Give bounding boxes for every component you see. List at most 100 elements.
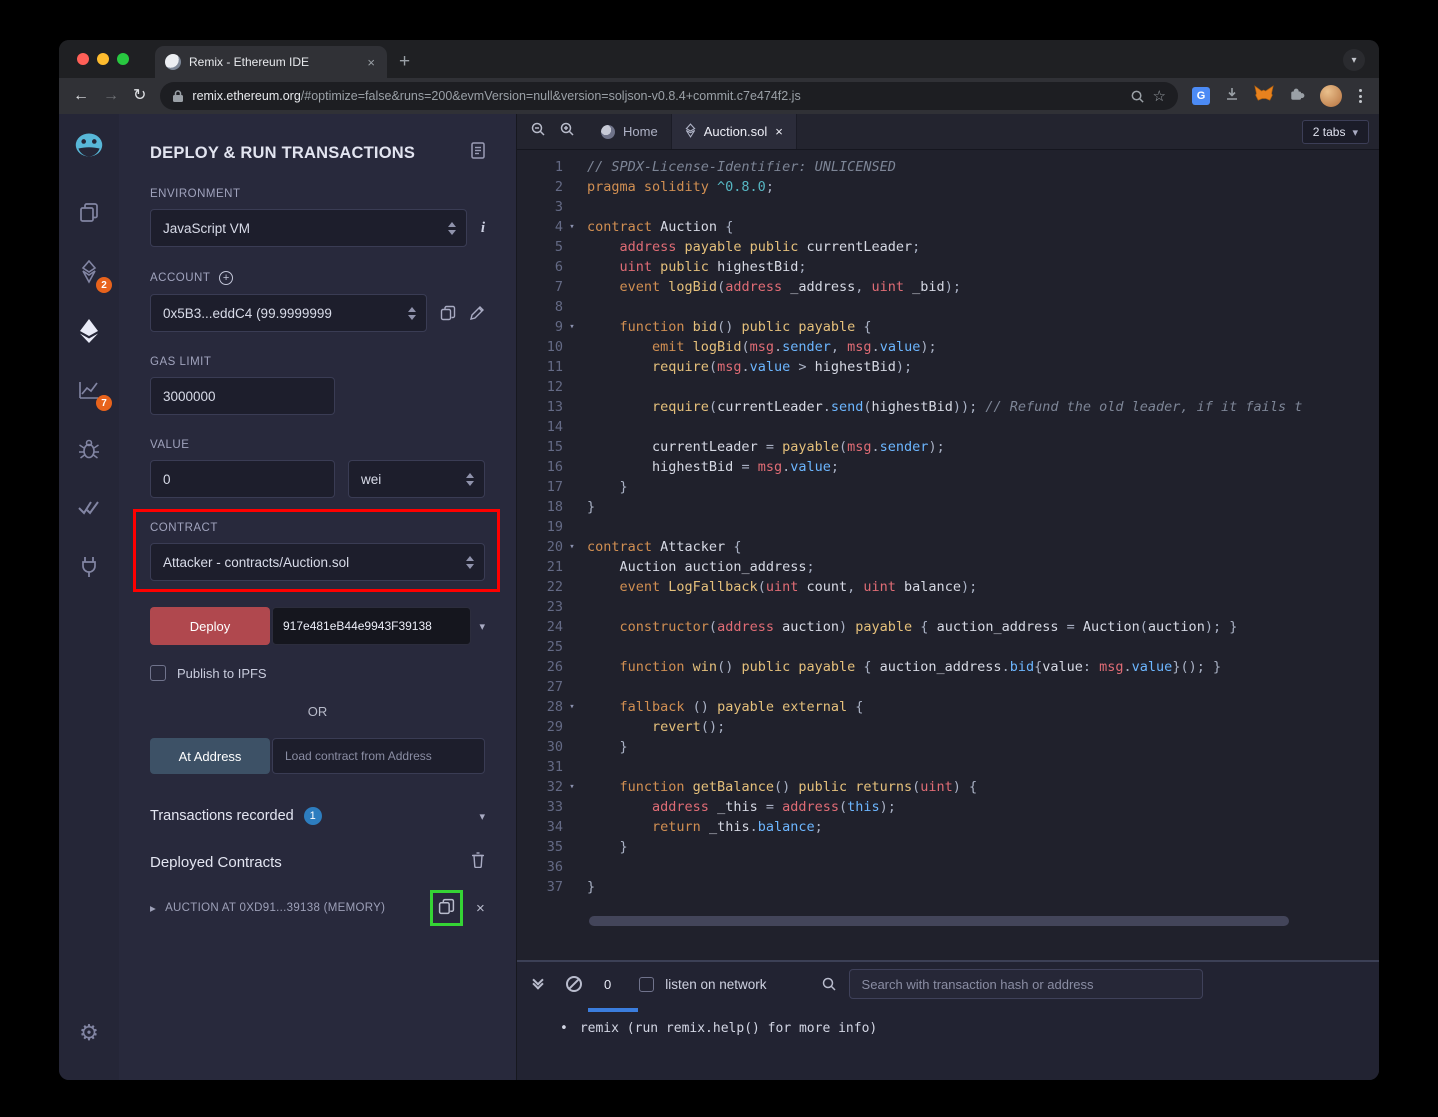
tab-auction-sol[interactable]: Auction.sol × — [672, 114, 797, 149]
code-line: 19 — [517, 517, 1379, 537]
bookmark-star-icon[interactable]: ☆ — [1153, 87, 1166, 105]
code-line: 23 — [517, 597, 1379, 617]
expand-args-chevron-icon[interactable]: ▾ — [479, 620, 485, 633]
account-select[interactable]: 0x5B3...eddC4 (99.9999999 — [150, 294, 427, 332]
copy-address-icon[interactable] — [438, 898, 455, 918]
browser-tab[interactable]: Remix - Ethereum IDE × — [155, 46, 387, 78]
deploy-run-icon[interactable] — [74, 316, 104, 346]
forward-icon[interactable]: → — [103, 88, 119, 104]
value-unit-select[interactable]: wei — [348, 460, 485, 498]
code-line: 3 — [517, 197, 1379, 217]
environment-info-icon[interactable]: i — [481, 220, 485, 237]
close-window-button[interactable] — [77, 53, 89, 65]
extensions-puzzle-icon[interactable] — [1288, 85, 1306, 108]
url-text: remix.ethereum.org/#optimize=false&runs=… — [192, 89, 1121, 103]
window-controls — [77, 53, 129, 65]
code-line: 20▾contract Attacker { — [517, 537, 1379, 557]
code-line: 37} — [517, 877, 1379, 897]
expand-instance-chevron-icon[interactable]: ▸ — [150, 901, 156, 915]
code-line: 31 — [517, 757, 1379, 777]
solidity-compiler-icon[interactable]: 2 — [74, 257, 104, 287]
at-address-input[interactable] — [272, 738, 485, 774]
debugger-icon[interactable] — [74, 434, 104, 464]
lock-icon — [172, 89, 184, 103]
terminal-log: remix (run remix.help() for more info) — [517, 1008, 1379, 1036]
minimize-window-button[interactable] — [97, 53, 109, 65]
tab-close-icon[interactable]: × — [365, 55, 377, 70]
at-address-button[interactable]: At Address — [150, 738, 270, 774]
profile-avatar[interactable] — [1320, 85, 1342, 107]
unit-testing-icon[interactable] — [74, 493, 104, 523]
add-account-icon[interactable]: + — [219, 271, 233, 285]
code-line: 18} — [517, 497, 1379, 517]
publish-ipfs-checkbox[interactable] — [150, 665, 166, 681]
sign-message-pencil-icon[interactable] — [469, 305, 485, 321]
gas-limit-input[interactable] — [150, 377, 335, 415]
code-line: 30 } — [517, 737, 1379, 757]
horizontal-scrollbar[interactable] — [589, 916, 1289, 926]
zoom-in-icon[interactable] — [559, 121, 575, 142]
docs-icon[interactable] — [471, 142, 485, 164]
back-icon[interactable]: ← — [73, 88, 89, 104]
pending-count: 0 — [604, 977, 611, 992]
listen-network-checkbox[interactable] — [639, 977, 654, 992]
tab-title: Remix - Ethereum IDE — [189, 55, 357, 69]
gas-limit-label: GAS LIMIT — [150, 356, 485, 368]
contract-select[interactable]: Attacker - contracts/Auction.sol — [150, 543, 485, 581]
static-analysis-icon[interactable]: 7 — [74, 375, 104, 405]
clipped-log-link[interactable] — [588, 1008, 638, 1012]
refresh-icon[interactable]: ↻ — [133, 88, 146, 104]
deploy-run-panel: DEPLOY & RUN TRANSACTIONS ENVIRONMENT Ja… — [119, 114, 517, 1080]
code-line: 22 event LogFallback(uint count, uint ba… — [517, 577, 1379, 597]
environment-select[interactable]: JavaScript VM — [150, 209, 467, 247]
tabs-count-dropdown[interactable]: 2 tabs ▾ — [1302, 120, 1369, 144]
plugin-manager-icon[interactable] — [74, 552, 104, 582]
account-label: ACCOUNT — [150, 272, 210, 284]
settings-icon[interactable]: ⚙ — [74, 1018, 104, 1048]
code-line: 15 currentLeader = payable(msg.sender); — [517, 437, 1379, 457]
code-line: 27 — [517, 677, 1379, 697]
zoom-window-button[interactable] — [117, 53, 129, 65]
code-line: 8 — [517, 297, 1379, 317]
new-tab-button[interactable]: + — [399, 51, 410, 73]
zoom-out-icon[interactable] — [530, 121, 546, 142]
clear-instances-trash-icon[interactable] — [471, 852, 485, 872]
editor-tab-bar: Home Auction.sol × 2 tabs ▾ — [517, 114, 1379, 150]
url-bar[interactable]: remix.ethereum.org/#optimize=false&runs=… — [160, 82, 1178, 110]
publish-ipfs-label: Publish to IPFS — [177, 666, 267, 681]
close-file-tab-icon[interactable]: × — [775, 124, 783, 139]
expand-terminal-icon[interactable] — [534, 980, 542, 988]
remix-app: 2 7 ⚙ DEPLOY & RUN TRANSACTIONS — [59, 114, 1379, 1080]
plugin-icon-strip: 2 7 ⚙ — [59, 114, 119, 1080]
screen: Remix - Ethereum IDE × + ▾ ← → ↻ remix.e… — [0, 0, 1438, 1117]
select-arrows-icon — [466, 473, 474, 486]
browser-menu-icon[interactable] — [1356, 89, 1365, 103]
code-line: 7 event logBid(address _address, uint _b… — [517, 277, 1379, 297]
pending-block-icon — [566, 976, 582, 992]
contract-group: CONTRACT Attacker - contracts/Auction.so… — [150, 522, 485, 581]
tab-search-button[interactable]: ▾ — [1343, 49, 1365, 71]
value-input[interactable] — [150, 460, 335, 498]
code-editor[interactable]: 1// SPDX-License-Identifier: UNLICENSED2… — [517, 150, 1379, 960]
transactions-recorded-label: Transactions recorded — [150, 808, 294, 824]
code-line: 35 } — [517, 837, 1379, 857]
deploy-button[interactable]: Deploy — [150, 607, 270, 645]
download-icon[interactable] — [1224, 86, 1240, 107]
code-line: 26 function win() public payable { aucti… — [517, 657, 1379, 677]
listen-network-label: listen on network — [665, 977, 766, 992]
remove-instance-icon[interactable]: × — [476, 900, 485, 917]
constructor-arg-input[interactable] — [272, 607, 471, 645]
tab-home[interactable]: Home — [588, 114, 672, 149]
copy-account-icon[interactable] — [440, 305, 456, 321]
metamask-icon[interactable] — [1254, 84, 1274, 108]
code-line: 13 require(currentLeader.send(highestBid… — [517, 397, 1379, 417]
transactions-chevron-icon[interactable]: ▾ — [479, 810, 485, 823]
code-line: 4▾contract Auction { — [517, 217, 1379, 237]
browser-tab-strip: Remix - Ethereum IDE × + ▾ — [59, 40, 1379, 78]
file-explorer-icon[interactable] — [74, 198, 104, 228]
zoom-page-icon[interactable] — [1130, 89, 1145, 104]
deployed-contract-row[interactable]: ▸ AUCTION AT 0XD91...39138 (MEMORY) × — [150, 898, 485, 918]
terminal-search-input[interactable] — [849, 969, 1203, 999]
code-lines: 1// SPDX-License-Identifier: UNLICENSED2… — [517, 157, 1379, 897]
translate-icon[interactable]: G — [1192, 87, 1210, 105]
